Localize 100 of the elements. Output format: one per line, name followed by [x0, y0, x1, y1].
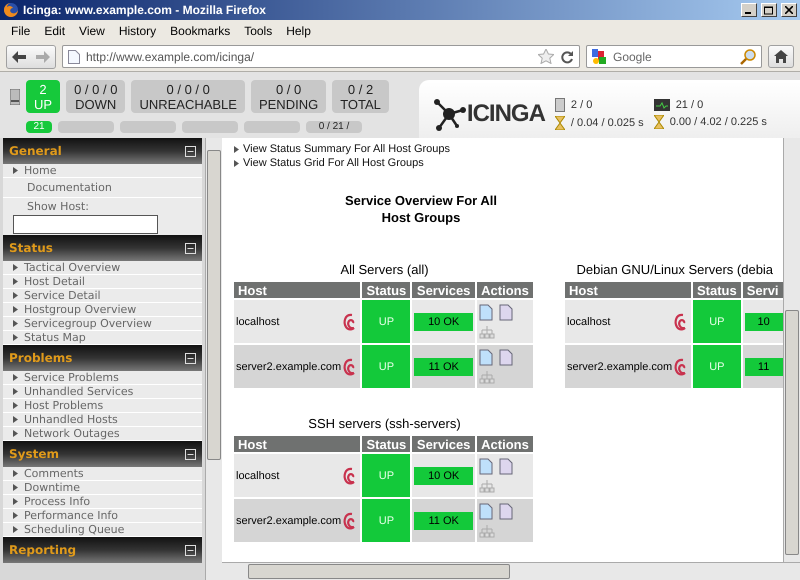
section-header[interactable]: Problems [3, 345, 202, 371]
host-total-tile[interactable]: 0 / 0 / 0 DOWN [66, 80, 126, 113]
sidebar-item[interactable]: Service Detail [3, 289, 202, 303]
services-ok-bar[interactable]: 11 [744, 358, 783, 376]
sidebar-item[interactable]: Unhandled Hosts [3, 413, 202, 427]
collapse-icon[interactable] [185, 146, 196, 156]
section-header[interactable]: System [3, 441, 202, 467]
scrollbar[interactable] [783, 138, 800, 562]
sidebar-item[interactable]: Documentation [3, 178, 202, 198]
sidebar-item[interactable]: Service Problems [3, 371, 202, 385]
host-input-field[interactable] [13, 215, 158, 234]
swirl-icon [342, 356, 358, 376]
swirl-icon [673, 312, 689, 332]
view-link[interactable]: View Status Grid For All Host Groups [243, 157, 424, 169]
host-name[interactable]: server2.example.com [236, 514, 342, 526]
field-label: Show Host: [27, 200, 89, 212]
section-header[interactable]: General [3, 138, 202, 164]
menu-item[interactable]: Help [279, 24, 318, 38]
sidebar-item[interactable]: Scheduling Queue [3, 523, 202, 537]
search-field[interactable]: Google [586, 45, 762, 68]
document-icon[interactable] [499, 503, 513, 520]
minimize-button[interactable] [741, 3, 757, 17]
service-latency: 0.00 / 4.02 / 0.225 s [670, 116, 767, 128]
logo-icon [432, 96, 467, 132]
sidebar-item[interactable]: Home [3, 164, 202, 178]
sidebar-item[interactable]: Tactical Overview [3, 261, 202, 275]
collapse-icon[interactable] [185, 242, 196, 254]
reload-icon[interactable] [560, 50, 574, 64]
sidebar-item[interactable]: Status Map [3, 331, 202, 345]
document-icon[interactable] [479, 304, 493, 321]
menu-item[interactable]: Tools [237, 24, 280, 38]
search-icon[interactable] [740, 48, 756, 64]
service-total-tile[interactable] [182, 121, 238, 133]
host-name[interactable]: localhost [567, 316, 610, 328]
document-icon[interactable] [479, 503, 493, 520]
services-ok-bar[interactable]: 11 OK [414, 512, 473, 530]
collapse-icon[interactable] [185, 448, 196, 460]
document-icon[interactable] [499, 349, 513, 366]
services-ok-bar[interactable]: 10 OK [414, 312, 473, 330]
menu-item[interactable]: Edit [37, 24, 72, 38]
menu-item[interactable]: Bookmarks [163, 24, 238, 38]
host-total-tile[interactable]: 0 / 0 / 0 UNREACHABLE [131, 80, 245, 113]
service-count: 21 / 0 [676, 99, 704, 111]
sidebar-item[interactable]: Downtime [3, 481, 202, 495]
search-engine-icon[interactable] [592, 48, 608, 64]
column-header: Actions [477, 436, 533, 452]
column-header: Servi [742, 282, 783, 298]
sidebar-item[interactable]: Process Info [3, 495, 202, 509]
section-header[interactable]: Status [3, 235, 202, 261]
sidebar-item[interactable]: Servicegroup Overview [3, 317, 202, 331]
service-total-tile[interactable]: 0 / 21 / [306, 121, 362, 133]
services-ok-bar[interactable]: 10 [744, 312, 783, 330]
swirl-icon [342, 312, 358, 332]
sidebar-item[interactable]: Host Detail [3, 275, 202, 289]
home-button[interactable] [768, 45, 794, 68]
section-header[interactable]: Reporting [3, 537, 202, 563]
column-header: Host [565, 282, 691, 298]
view-link[interactable]: View Status Summary For All Host Groups [243, 143, 450, 155]
host-latency: / 0.04 / 0.025 s [570, 117, 644, 129]
menu-item[interactable]: History [112, 24, 164, 38]
hourglass-icon [554, 116, 565, 130]
sidebar-item[interactable]: Unhandled Services [3, 385, 202, 399]
service-total-tile[interactable] [120, 121, 176, 133]
sidebar-item[interactable]: Network Outages [3, 427, 202, 441]
sidebar-item[interactable]: Performance Info [3, 509, 202, 523]
document-icon[interactable] [479, 458, 493, 475]
document-icon[interactable] [499, 304, 513, 321]
host-name[interactable]: server2.example.com [567, 360, 672, 372]
document-icon[interactable] [479, 349, 493, 366]
host-total-tile[interactable]: 0 / 0 PENDING [250, 80, 326, 113]
menu-item[interactable]: File [4, 24, 38, 38]
scrollbar[interactable] [222, 562, 800, 580]
status-cell: UP [362, 499, 410, 542]
maximize-button[interactable] [761, 3, 777, 17]
column-header: Host [234, 436, 360, 452]
services-ok-bar[interactable]: 10 OK [414, 466, 473, 484]
close-icon [785, 6, 793, 14]
host-name[interactable]: localhost [236, 316, 280, 328]
scrollbar[interactable] [205, 138, 222, 580]
sidebar-item[interactable]: Comments [3, 467, 202, 481]
services-ok-bar[interactable]: 11 OK [414, 358, 473, 376]
menu-item[interactable]: View [72, 24, 112, 38]
host-name[interactable]: server2.example.com [236, 360, 342, 372]
address-field[interactable]: http://www.example.com/icinga/ [62, 45, 580, 68]
sidebar-item[interactable]: Hostgroup Overview [3, 303, 202, 317]
sidebar-item[interactable]: Host Problems [3, 399, 202, 413]
service-total-tile[interactable] [244, 121, 300, 133]
column-header: Status [362, 282, 410, 298]
star-icon[interactable] [538, 49, 554, 64]
status-cell: UP [362, 454, 410, 497]
host-total-tile[interactable]: 0 / 2 TOTAL [332, 80, 389, 113]
document-icon[interactable] [499, 458, 513, 475]
close-button[interactable] [781, 3, 797, 17]
page-heading: Service Overview For All Host Groups [344, 192, 498, 226]
maximize-icon [764, 6, 774, 14]
collapse-icon[interactable] [185, 544, 196, 556]
host-name[interactable]: localhost [236, 470, 280, 482]
back-arrow-icon [12, 50, 26, 62]
collapse-icon[interactable] [185, 352, 196, 364]
service-total-tile[interactable] [58, 121, 114, 133]
